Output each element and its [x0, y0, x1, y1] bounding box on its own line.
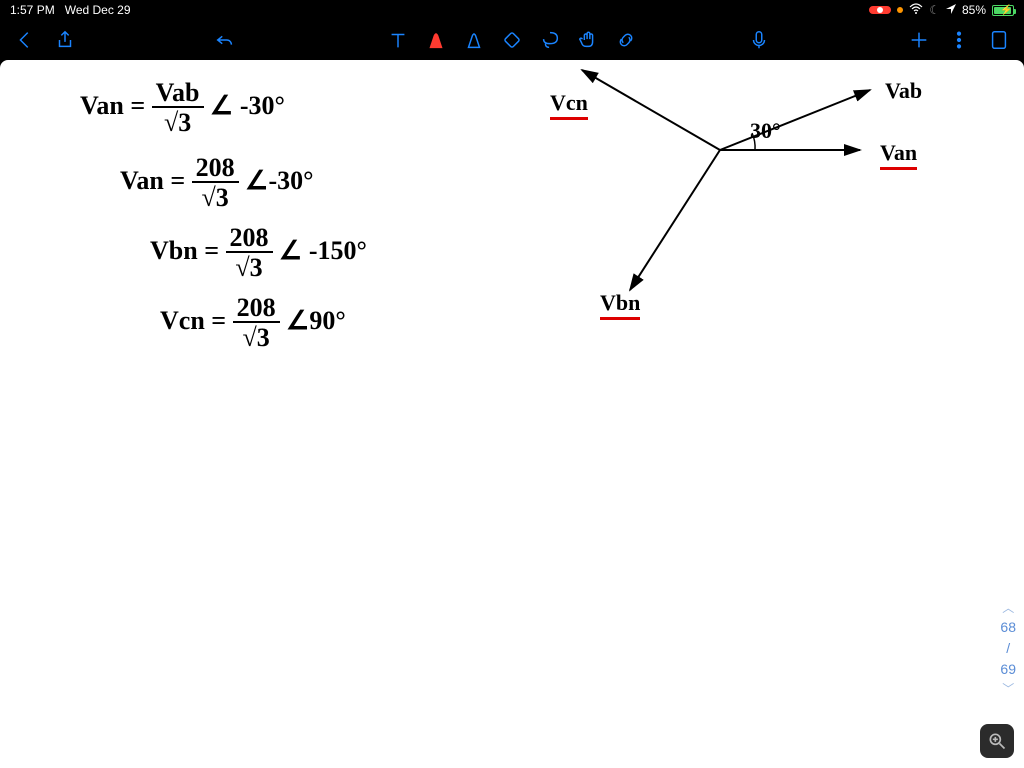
equation-4: Vcn = 208√3 ∠90° — [160, 295, 346, 351]
wifi-icon — [909, 3, 923, 18]
mic-in-use-dot — [897, 7, 903, 13]
back-button[interactable] — [14, 29, 36, 51]
label-vcn: Vcn — [550, 90, 588, 120]
status-bar: 1:57 PM Wed Dec 29 ☾ 85% ⚡ — [0, 0, 1024, 20]
link-tool-icon[interactable] — [615, 29, 637, 51]
status-time: 1:57 PM — [10, 3, 55, 17]
note-canvas[interactable]: Van = Vab√3 ∠ -30° Van = 208√3 ∠-30° Vbn… — [0, 60, 1024, 768]
location-icon — [946, 3, 956, 17]
page-total: 69 — [1000, 659, 1016, 680]
label-vbn: Vbn — [600, 290, 640, 320]
page-indicator[interactable]: ︿ 68 / 69 ﹀ — [1000, 599, 1016, 698]
lasso-tool-icon[interactable] — [539, 29, 561, 51]
page-prev-icon[interactable]: ︿ — [1000, 599, 1016, 617]
text-tool-icon[interactable] — [387, 29, 409, 51]
zoom-button[interactable] — [980, 724, 1014, 758]
equation-1: Van = Vab√3 ∠ -30° — [80, 80, 285, 136]
page-next-icon[interactable]: ﹀ — [1000, 680, 1016, 698]
share-button[interactable] — [54, 29, 76, 51]
page-sep: / — [1000, 638, 1016, 659]
battery-icon: ⚡ — [992, 5, 1014, 16]
shape-tool-icon[interactable] — [577, 29, 599, 51]
add-button[interactable] — [908, 29, 930, 51]
moon-icon: ☾ — [929, 3, 940, 17]
label-angle: 30° — [750, 118, 781, 144]
label-van: Van — [880, 140, 917, 170]
battery-percent: 85% — [962, 3, 986, 17]
more-button[interactable] — [948, 29, 970, 51]
pencil-tool-icon[interactable] — [463, 29, 485, 51]
pen-tool-icon[interactable] — [425, 29, 447, 51]
page-current: 68 — [1000, 617, 1016, 638]
tool-palette — [387, 29, 637, 51]
app-toolbar — [0, 20, 1024, 60]
status-date: Wed Dec 29 — [65, 3, 131, 17]
recording-indicator[interactable] — [869, 6, 891, 14]
undo-button[interactable] — [214, 29, 236, 51]
equation-3: Vbn = 208√3 ∠ -150° — [150, 225, 367, 281]
equation-2: Van = 208√3 ∠-30° — [120, 155, 314, 211]
label-vab: Vab — [885, 78, 922, 104]
pages-button[interactable] — [988, 29, 1010, 51]
eraser-tool-icon[interactable] — [501, 29, 523, 51]
microphone-button[interactable] — [748, 29, 770, 51]
